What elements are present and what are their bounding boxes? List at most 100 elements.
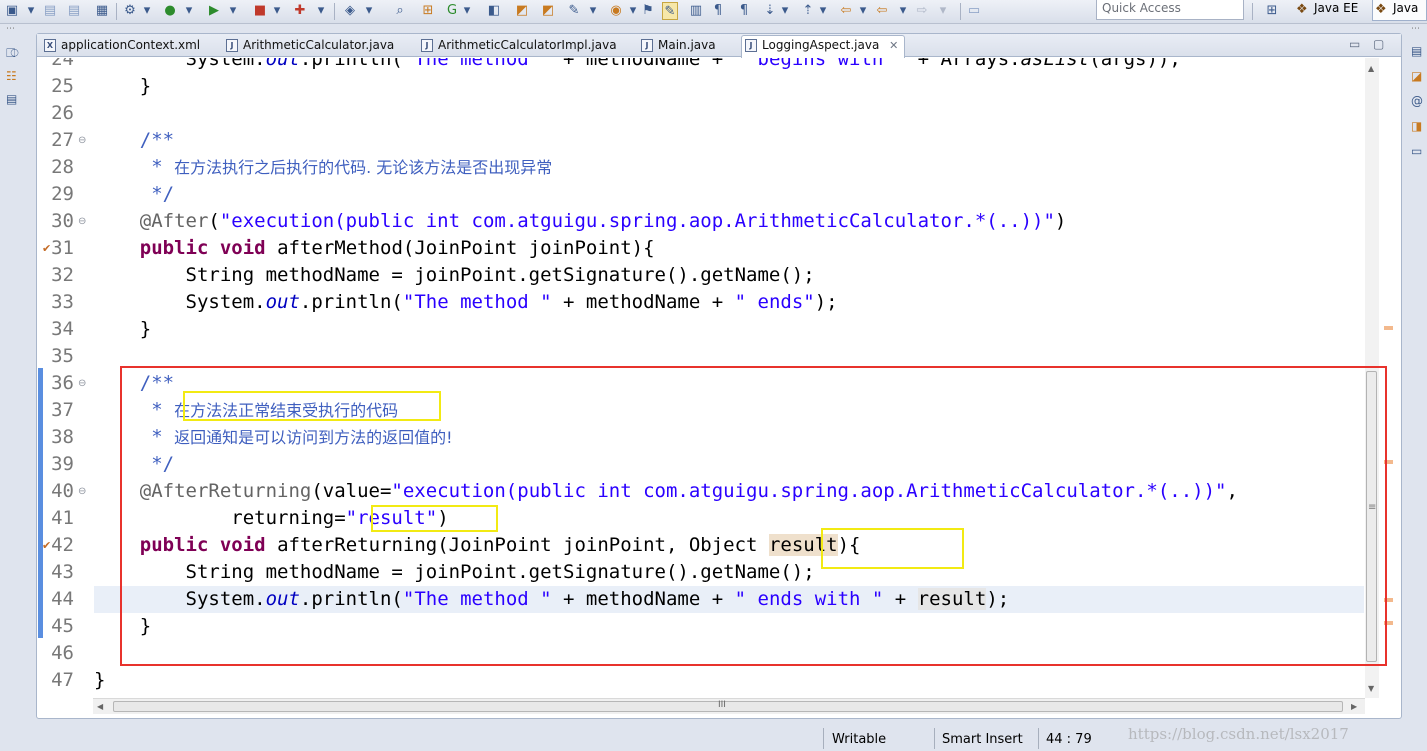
line-number: 41 (51, 507, 74, 529)
open-folder-icon[interactable]: ◩ (514, 2, 530, 20)
task-list-icon[interactable]: ▤ (1411, 44, 1422, 58)
outline-icon[interactable]: ▤ (6, 92, 17, 106)
open-perspective-icon[interactable]: ⊞ (1264, 2, 1280, 20)
search-icon[interactable]: ⌕ (392, 2, 408, 20)
perspective-java-ee[interactable]: ❖ Java EE (1294, 0, 1368, 21)
mark-occurrences-icon[interactable]: ⚑ (640, 2, 656, 20)
chevron-down-icon[interactable]: ▾ (364, 2, 374, 20)
code-line: */ (94, 183, 175, 205)
open-file-icon[interactable]: ◩ (540, 2, 556, 20)
scroll-up-icon[interactable]: ▲ (1368, 64, 1374, 73)
pilcrow-icon[interactable]: ¶ (736, 2, 752, 20)
line-number-gutter: 24 25 26 27 28 29 30 31 32 33 34 35 36 3… (42, 58, 92, 698)
perspective-java[interactable]: ❖ Java (1372, 0, 1427, 21)
code-line: @After("execution(public int com.atguigu… (94, 210, 1067, 232)
tab-application-context[interactable]: X applicationContext.xml (41, 36, 200, 57)
quick-access-input[interactable]: Quick Access (1096, 0, 1244, 20)
tab-logging-aspect[interactable]: J LoggingAspect.java ✕ (741, 35, 905, 58)
debug-icon[interactable]: ● (162, 2, 178, 20)
pin-editor-icon[interactable]: ▭ (966, 2, 982, 20)
search-view-icon[interactable]: ◨ (1411, 119, 1422, 133)
close-icon[interactable]: ✕ (889, 39, 898, 52)
horizontal-scroll-thumb[interactable]: III (113, 700, 1343, 712)
fold-toggle-icon[interactable]: ⊖ (78, 478, 88, 505)
chevron-down-icon[interactable]: ▾ (628, 2, 638, 20)
annotation-next-icon[interactable]: ⇣ (762, 2, 778, 20)
save-icon[interactable]: ▤ (42, 2, 58, 20)
fold-toggle-icon[interactable]: ⊖ (78, 208, 88, 235)
chevron-down-icon[interactable]: ▾ (588, 2, 598, 20)
code-line: System.out.println("The method " + metho… (94, 291, 838, 313)
print-icon[interactable]: ▦ (94, 2, 110, 20)
annotation-prev-icon[interactable]: ⇡ (800, 2, 816, 20)
back-icon[interactable]: ⇦ (838, 2, 854, 20)
open-task-icon[interactable]: ⊞ (420, 2, 436, 20)
fold-toggle-icon[interactable]: ⊖ (78, 370, 88, 397)
editor-tab-strip: X applicationContext.xml J ArithmeticCal… (37, 34, 1401, 58)
tab-label: applicationContext.xml (61, 38, 201, 52)
tab-arithmetic-calculator[interactable]: J ArithmeticCalculator.java (223, 36, 394, 57)
line-number: 34 (51, 318, 74, 340)
code-line: } (94, 669, 106, 691)
scroll-grip: III (718, 700, 726, 710)
line-number: 37 (51, 399, 74, 421)
chevron-down-icon[interactable]: ▾ (898, 2, 908, 20)
line-number: 25 (51, 75, 74, 97)
status-writable: Writable (832, 732, 887, 747)
open-type-icon[interactable]: ◈ (342, 2, 358, 20)
highlight-toggle-icon[interactable]: ✎ (662, 2, 678, 20)
java-file-icon: J (421, 39, 433, 52)
pen-icon[interactable]: ✎ (566, 2, 582, 20)
line-number: 42 (51, 534, 74, 556)
chevron-down-icon[interactable]: ▾ (228, 2, 238, 20)
scroll-left-icon[interactable]: ◀ (97, 702, 103, 711)
hierarchy-icon[interactable]: ☷ (6, 69, 17, 83)
web-browser-icon[interactable]: ◉ (608, 2, 624, 20)
maximize-icon[interactable]: ▢ (1373, 37, 1384, 51)
quick-diff-ruler (38, 58, 45, 698)
forward-icon[interactable]: ⇦ (874, 2, 890, 20)
console-icon[interactable]: ▭ (1411, 144, 1422, 158)
block-selection-icon[interactable]: ▥ (688, 2, 704, 20)
stop-icon[interactable]: ■ (252, 2, 268, 20)
chevron-down-icon[interactable]: ▾ (316, 2, 326, 20)
show-whitespace-icon[interactable]: ¶ (710, 2, 726, 20)
fold-toggle-icon[interactable]: ⊖ (78, 127, 88, 154)
override-marker-icon: ✔ (42, 539, 52, 552)
tab-main[interactable]: J Main.java (638, 36, 716, 57)
chevron-down-icon[interactable]: ▾ (184, 2, 194, 20)
chevron-down-icon[interactable]: ▾ (780, 2, 790, 20)
new-package-icon[interactable]: ◧ (486, 2, 502, 20)
code-line: } (94, 318, 152, 340)
overview-marker[interactable] (1384, 326, 1393, 330)
horizontal-scrollbar[interactable]: ◀ III ▶ (93, 698, 1365, 714)
scroll-down-icon[interactable]: ▼ (1368, 684, 1374, 693)
new-dropdown-icon[interactable]: ▾ (26, 2, 36, 20)
chevron-down-icon[interactable]: ▾ (462, 2, 472, 20)
yellow-highlight-box (371, 505, 498, 532)
external-tools-icon[interactable]: ✚ (292, 2, 308, 20)
next-edit-icon[interactable]: ⇨ (914, 2, 930, 20)
tab-arithmetic-calculator-impl[interactable]: J ArithmeticCalculatorImpl.java (418, 36, 617, 57)
chevron-down-icon[interactable]: ▾ (858, 2, 868, 20)
line-number: 28 (51, 156, 74, 178)
code-line: /** (94, 129, 175, 151)
new-icon[interactable]: ▣ (4, 2, 20, 20)
run-icon[interactable]: ▶ (206, 2, 222, 20)
bookmark-icon[interactable]: ◪ (1411, 69, 1422, 83)
gear-icon[interactable]: ⚙ (122, 2, 138, 20)
tab-label: ArithmeticCalculatorImpl.java (438, 38, 617, 52)
at-sign-icon[interactable]: @ (1411, 94, 1423, 108)
chevron-down-icon[interactable]: ▾ (818, 2, 828, 20)
line-number: 38 (51, 426, 74, 448)
package-explorer-icon[interactable]: ⎄ (6, 46, 19, 61)
line-number: 24 (51, 58, 74, 70)
new-class-icon[interactable]: G (444, 2, 460, 20)
scroll-right-icon[interactable]: ▶ (1351, 702, 1357, 711)
chevron-down-icon[interactable]: ▾ (142, 2, 152, 20)
chevron-down-icon[interactable]: ▾ (272, 2, 282, 20)
chevron-down-icon[interactable]: ▾ (938, 2, 948, 20)
minimize-icon[interactable]: ▭ (1349, 37, 1360, 51)
save-all-icon[interactable]: ▤ (66, 2, 82, 20)
override-marker-icon: ✔ (42, 242, 52, 255)
